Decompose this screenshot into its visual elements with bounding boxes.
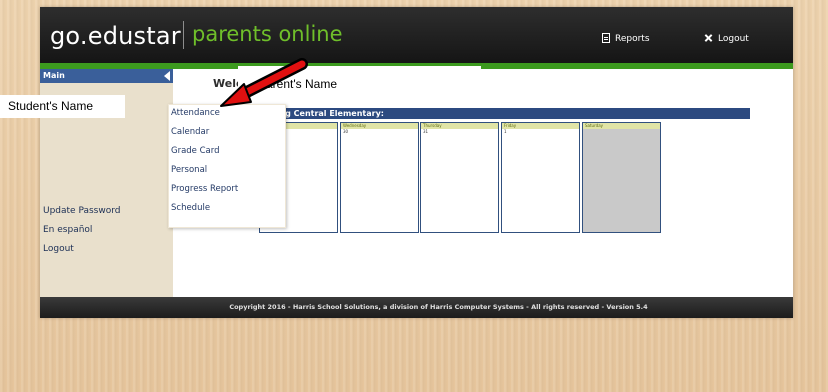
arrow-icon	[220, 58, 308, 107]
